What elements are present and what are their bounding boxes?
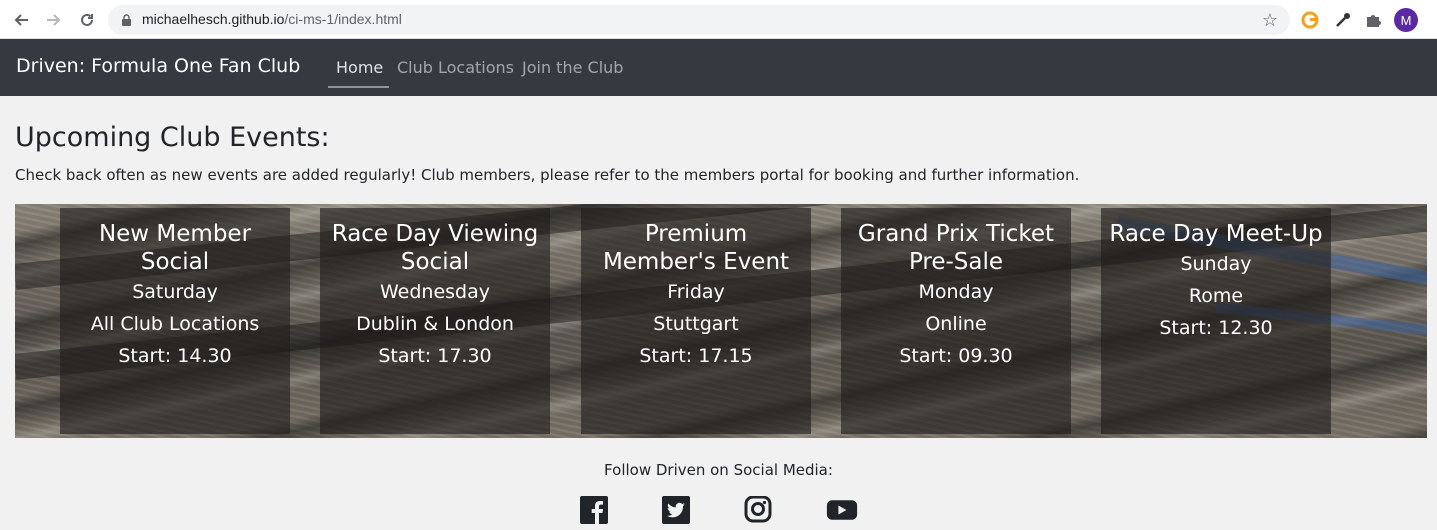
event-title: Race Day Viewing Social xyxy=(331,221,539,275)
page-title: Upcoming Club Events: xyxy=(15,122,330,153)
back-arrow-icon[interactable] xyxy=(9,8,33,32)
site-navbar: Driven: Formula One Fan Club Home Club L… xyxy=(0,39,1437,96)
nav-link-join-the-club[interactable]: Join the Club xyxy=(522,58,623,77)
eyedropper-icon[interactable] xyxy=(1332,9,1354,31)
event-card: Premium Member's Event Friday Stuttgart … xyxy=(581,208,811,434)
youtube-icon[interactable] xyxy=(826,496,858,524)
event-start: Start: 12.30 xyxy=(1159,317,1273,339)
reload-icon[interactable] xyxy=(75,8,99,32)
intro-text: Check back often as new events are added… xyxy=(15,166,1080,184)
event-card: Grand Prix Ticket Pre-Sale Monday Online… xyxy=(841,208,1071,434)
facebook-icon[interactable] xyxy=(578,496,610,524)
bookmark-star-icon[interactable]: ☆ xyxy=(1262,10,1278,31)
url-path: /ci-ms-1/index.html xyxy=(284,11,402,27)
event-start: Start: 09.30 xyxy=(899,345,1013,367)
twitter-icon[interactable] xyxy=(660,496,692,524)
nav-link-club-locations[interactable]: Club Locations xyxy=(397,58,514,77)
event-card: Race Day Viewing Social Wednesday Dublin… xyxy=(320,208,550,434)
event-location: Online xyxy=(925,313,987,335)
event-card: Race Day Meet-Up Sunday Rome Start: 12.3… xyxy=(1101,208,1331,434)
event-day: Sunday xyxy=(1180,253,1252,275)
event-location: Dublin & London xyxy=(356,313,514,335)
event-location: Rome xyxy=(1188,285,1244,307)
profile-avatar[interactable]: M xyxy=(1394,8,1418,32)
site-brand[interactable]: Driven: Formula One Fan Club xyxy=(16,55,300,77)
event-start: Start: 17.30 xyxy=(378,345,492,367)
address-bar[interactable]: michaelhesch.github.io/ci-ms-1/index.htm… xyxy=(108,5,1290,35)
event-start: Start: 17.15 xyxy=(639,345,753,367)
url-host: michaelhesch.github.io xyxy=(142,11,285,27)
event-day: Monday xyxy=(918,281,994,303)
browser-toolbar: michaelhesch.github.io/ci-ms-1/index.htm… xyxy=(0,0,1437,39)
forward-arrow-icon[interactable] xyxy=(42,8,66,32)
event-card: New Member Social Saturday All Club Loca… xyxy=(60,208,290,434)
event-title: New Member Social xyxy=(98,221,252,275)
event-title: Premium Member's Event xyxy=(602,221,790,275)
event-title: Grand Prix Ticket Pre-Sale xyxy=(857,221,1055,275)
event-title: Race Day Meet-Up xyxy=(1109,221,1323,247)
instagram-icon[interactable] xyxy=(742,496,774,524)
event-location: All Club Locations xyxy=(90,313,260,335)
events-banner: New Member Social Saturday All Club Loca… xyxy=(15,204,1427,438)
event-day: Friday xyxy=(667,281,725,303)
follow-text: Follow Driven on Social Media: xyxy=(604,461,833,479)
nav-link-home[interactable]: Home xyxy=(336,58,383,77)
active-nav-indicator xyxy=(328,86,389,88)
event-start: Start: 14.30 xyxy=(118,345,232,367)
event-day: Saturday xyxy=(132,281,218,303)
extensions-puzzle-icon[interactable] xyxy=(1362,9,1384,31)
extension-g-icon[interactable] xyxy=(1299,9,1321,31)
event-location: Stuttgart xyxy=(653,313,739,335)
address-url: michaelhesch.github.io/ci-ms-1/index.htm… xyxy=(142,11,402,27)
lock-icon xyxy=(122,14,131,26)
event-day: Wednesday xyxy=(379,281,490,303)
